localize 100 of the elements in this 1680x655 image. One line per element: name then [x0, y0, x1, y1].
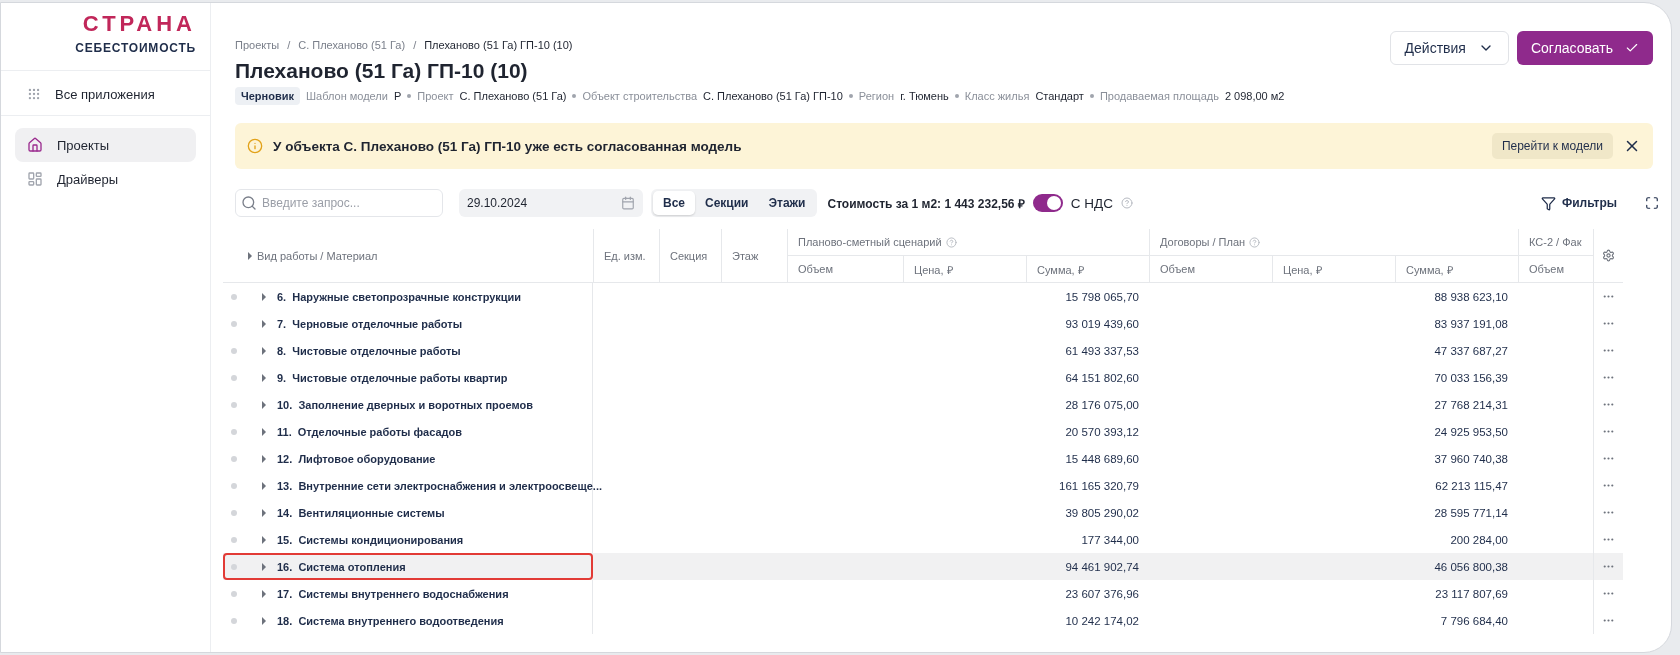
table-cell: 20 570 393,12: [1065, 425, 1139, 438]
work-type-cell[interactable]: 12. Лифтовое оборудование: [223, 445, 593, 472]
meta-label: Продаваемая площадь: [1099, 90, 1219, 102]
breadcrumb[interactable]: Проекты: [235, 39, 280, 51]
work-type-cell[interactable]: 7. Черновые отделочные работы: [223, 310, 593, 337]
caret-icon[interactable]: [261, 454, 267, 463]
table-cell: 94 461 902,74: [1065, 560, 1139, 573]
caret-icon[interactable]: [261, 400, 267, 409]
work-type-cell[interactable]: 11. Отделочные работы фасадов: [223, 418, 593, 445]
help-icon: [1249, 236, 1261, 248]
work-type-cell[interactable]: 8. Чистовые отделочные работы: [223, 337, 593, 364]
layout-icon: [27, 171, 43, 187]
caret-icon[interactable]: [261, 508, 267, 517]
caret-icon[interactable]: [261, 346, 267, 355]
meta-label: Класс жилья: [964, 90, 1030, 102]
caret-icon[interactable]: [261, 481, 267, 490]
search-field[interactable]: Введите запрос...: [235, 189, 443, 217]
work-type-cell[interactable]: 17. Системы внутреннего водоснабжения: [223, 580, 593, 607]
work-type-cell[interactable]: 6. Наружные светопрозрачные конструкции: [223, 283, 593, 310]
table-cell: 37 960 740,38: [1434, 452, 1508, 465]
sidebar-item[interactable]: Проекты: [15, 128, 196, 162]
filters-button[interactable]: Фильтры: [1534, 194, 1623, 212]
work-type-cell[interactable]: 9. Чистовые отделочные работы квартир: [223, 364, 593, 391]
table-cell: 70 033 156,39: [1434, 371, 1508, 384]
table-cell: 62 213 115,47: [1435, 479, 1508, 492]
column-header: Объем: [1160, 263, 1196, 275]
caret-icon[interactable]: [247, 251, 253, 260]
column-header: Этаж: [732, 249, 759, 262]
row-dot: [231, 374, 237, 381]
work-type-cell[interactable]: 15. Системы кондиционирования: [223, 526, 593, 553]
sidebar-item[interactable]: Драйверы: [15, 162, 196, 196]
work-type-cell[interactable]: 14. Вентиляционные системы: [223, 499, 593, 526]
caret-icon[interactable]: [261, 562, 267, 571]
view-tab[interactable]: Все: [653, 191, 695, 215]
table-cell: 93 019 439,60: [1065, 317, 1139, 330]
work-type-name: 14. Вентиляционные системы: [277, 506, 445, 519]
column-header: Сумма, ₽: [1406, 262, 1453, 277]
cost-per-m2: Стоимость за 1 м2: 1 443 232,56 ₽: [827, 195, 1025, 212]
work-type-cell[interactable]: 10. Заполнение дверных и воротных проемов: [223, 391, 593, 418]
caret-icon[interactable]: [261, 535, 267, 544]
meta-value: С. Плеханово (51 Га) ГП-10: [703, 90, 843, 102]
work-type-name: 6. Наружные светопрозрачные конструкции: [277, 290, 522, 303]
vat-label: С НДС: [1070, 195, 1113, 211]
table-cell: 15 798 065,70: [1065, 290, 1139, 303]
view-tab[interactable]: Секции: [695, 191, 759, 215]
settings-icon[interactable]: [1602, 249, 1615, 262]
meta-value: Стандарт: [1035, 90, 1084, 102]
row-dot: [231, 536, 237, 543]
approve-button[interactable]: Согласовать: [1516, 31, 1653, 65]
actions-button[interactable]: Действия: [1389, 31, 1509, 65]
work-type-cell[interactable]: 18. Система внутреннего водоотведения: [223, 607, 593, 634]
row-dot: [231, 320, 237, 327]
vat-toggle[interactable]: [1032, 194, 1063, 212]
column-header: Вид работы / Материал: [257, 249, 378, 262]
work-type-name: 16. Система отопления: [277, 560, 406, 573]
caret-icon[interactable]: [261, 616, 267, 625]
row-dot: [231, 401, 237, 408]
check-icon: [1625, 41, 1639, 55]
work-type-name: 13. Внутренние сети электроснабжения и электроосвеще...: [277, 479, 603, 492]
bullet: [572, 94, 577, 98]
bullet: [1089, 94, 1094, 98]
table-cell: 23 117 807,69: [1435, 587, 1508, 600]
grid-icon: [27, 87, 41, 101]
work-type-name: 15. Системы кондиционирования: [277, 533, 464, 546]
table-cell: 15 448 689,60: [1065, 452, 1139, 465]
house-icon: [27, 137, 43, 153]
work-type-name: 9. Чистовые отделочные работы квартир: [277, 371, 508, 384]
view-tab[interactable]: Этажи: [758, 191, 816, 215]
work-type-name: 12. Лифтовое оборудование: [277, 452, 436, 465]
caret-icon[interactable]: [261, 319, 267, 328]
bullet: [848, 94, 853, 98]
breadcrumb-separator: /: [287, 39, 291, 51]
caret-icon[interactable]: [261, 373, 267, 382]
column-group-header: Планово-сметный сценарий: [798, 236, 942, 248]
caret-icon[interactable]: [261, 427, 267, 436]
column-group-header: КС-2 / Фак: [1529, 236, 1582, 248]
caret-icon[interactable]: [261, 589, 267, 598]
sidebar-item[interactable]: Все приложения: [15, 77, 196, 111]
filter-icon: [1540, 195, 1556, 211]
help-icon: [945, 236, 957, 248]
work-type-cell[interactable]: 16. Система отопления: [223, 553, 593, 580]
row-dot: [231, 563, 237, 570]
column-header: Ед. изм.: [604, 249, 646, 262]
caret-icon[interactable]: [261, 292, 267, 301]
row-dot: [231, 428, 237, 435]
table-cell: 24 925 953,50: [1434, 425, 1508, 438]
work-type-name: 11. Отделочные работы фасадов: [277, 425, 463, 438]
meta-value: Р: [393, 90, 402, 102]
meta-label: Регион: [858, 90, 895, 102]
work-type-name: 18. Система внутреннего водоотведения: [277, 614, 504, 627]
column-header: Секция: [670, 249, 708, 262]
breadcrumb: Плеханово (51 Га) ГП-10 (10): [424, 39, 573, 51]
table-cell: 46 056 800,38: [1434, 560, 1508, 573]
breadcrumb[interactable]: С. Плеханово (51 Га): [298, 39, 406, 51]
meta-label: Шаблон модели: [305, 90, 388, 102]
help-icon: [1121, 197, 1133, 209]
date-field[interactable]: 29.10.2024: [459, 189, 643, 217]
go-to-model-button[interactable]: Перейти к модели: [1491, 133, 1613, 159]
table-cell: 200 284,00: [1450, 533, 1508, 546]
work-type-name: 10. Заполнение дверных и воротных проемов: [277, 398, 533, 411]
